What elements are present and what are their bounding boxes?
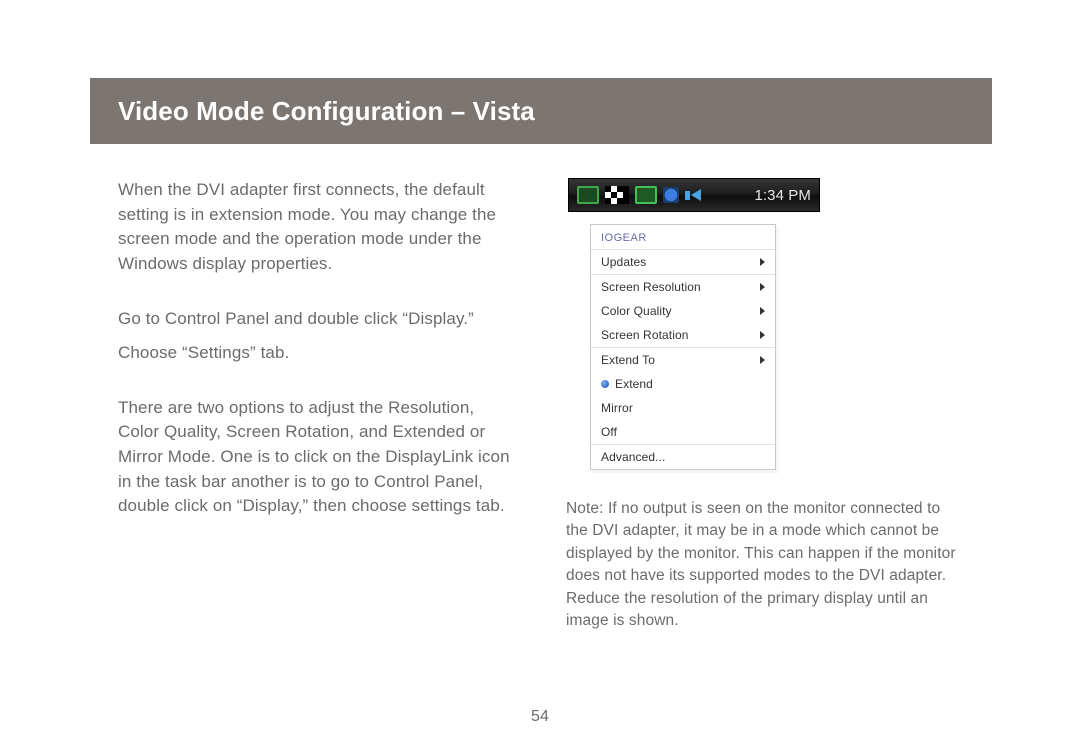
document-page: Video Mode Configuration – Vista When th… bbox=[0, 0, 1080, 752]
menu-item-label: Off bbox=[601, 425, 617, 439]
menu-item-extend[interactable]: Extend bbox=[591, 372, 775, 396]
submenu-arrow-icon bbox=[760, 258, 765, 266]
menu-item-advanced[interactable]: Advanced... bbox=[591, 444, 775, 469]
menu-item-mirror[interactable]: Mirror bbox=[591, 396, 775, 420]
menu-item-off[interactable]: Off bbox=[591, 420, 775, 444]
menu-item-label: Color Quality bbox=[601, 304, 672, 318]
menu-brand-label: IOGEAR bbox=[591, 225, 775, 250]
tray-pixel-icon bbox=[605, 186, 629, 204]
volume-tray-icon[interactable] bbox=[685, 189, 701, 201]
menu-item-label: Screen Rotation bbox=[601, 328, 689, 342]
note-paragraph: Note: If no output is seen on the monito… bbox=[566, 498, 966, 633]
submenu-arrow-icon bbox=[760, 356, 765, 364]
paragraph: Choose “Settings” tab. bbox=[118, 341, 518, 366]
right-column: 1:34 PM IOGEAR Updates Screen Resolution… bbox=[566, 178, 976, 633]
paragraph: There are two options to adjust the Reso… bbox=[118, 396, 518, 519]
menu-item-label: Mirror bbox=[601, 401, 633, 415]
windows-taskbar: 1:34 PM bbox=[568, 178, 820, 212]
paragraph: When the DVI adapter first connects, the… bbox=[118, 178, 518, 277]
menu-item-label: Advanced... bbox=[601, 450, 665, 464]
menu-item-screen-rotation[interactable]: Screen Rotation bbox=[591, 323, 775, 347]
menu-item-color-quality[interactable]: Color Quality bbox=[591, 299, 775, 323]
menu-item-label: Extend To bbox=[601, 353, 655, 367]
submenu-arrow-icon bbox=[760, 331, 765, 339]
page-number: 54 bbox=[0, 708, 1080, 726]
monitor-tray-icon[interactable] bbox=[635, 186, 657, 204]
displaylink-tray-icon[interactable] bbox=[577, 186, 599, 204]
menu-item-extend-to[interactable]: Extend To bbox=[591, 347, 775, 372]
displaylink-context-menu: IOGEAR Updates Screen Resolution Color Q… bbox=[590, 224, 776, 470]
section-header-band: Video Mode Configuration – Vista bbox=[90, 78, 992, 144]
menu-item-screen-resolution[interactable]: Screen Resolution bbox=[591, 274, 775, 299]
paragraph: Go to Control Panel and double click “Di… bbox=[118, 307, 518, 332]
left-column: When the DVI adapter first connects, the… bbox=[118, 178, 518, 633]
network-tray-icon[interactable] bbox=[663, 187, 679, 203]
section-title: Video Mode Configuration – Vista bbox=[118, 96, 535, 127]
submenu-arrow-icon bbox=[760, 307, 765, 315]
content-area: When the DVI adapter first connects, the… bbox=[118, 178, 978, 633]
taskbar-clock: 1:34 PM bbox=[754, 187, 811, 204]
menu-item-label: Updates bbox=[601, 255, 646, 269]
submenu-arrow-icon bbox=[760, 283, 765, 291]
menu-item-label: Screen Resolution bbox=[601, 280, 701, 294]
selected-dot-icon bbox=[601, 380, 609, 388]
menu-item-updates[interactable]: Updates bbox=[591, 250, 775, 274]
menu-item-label: Extend bbox=[615, 377, 653, 391]
